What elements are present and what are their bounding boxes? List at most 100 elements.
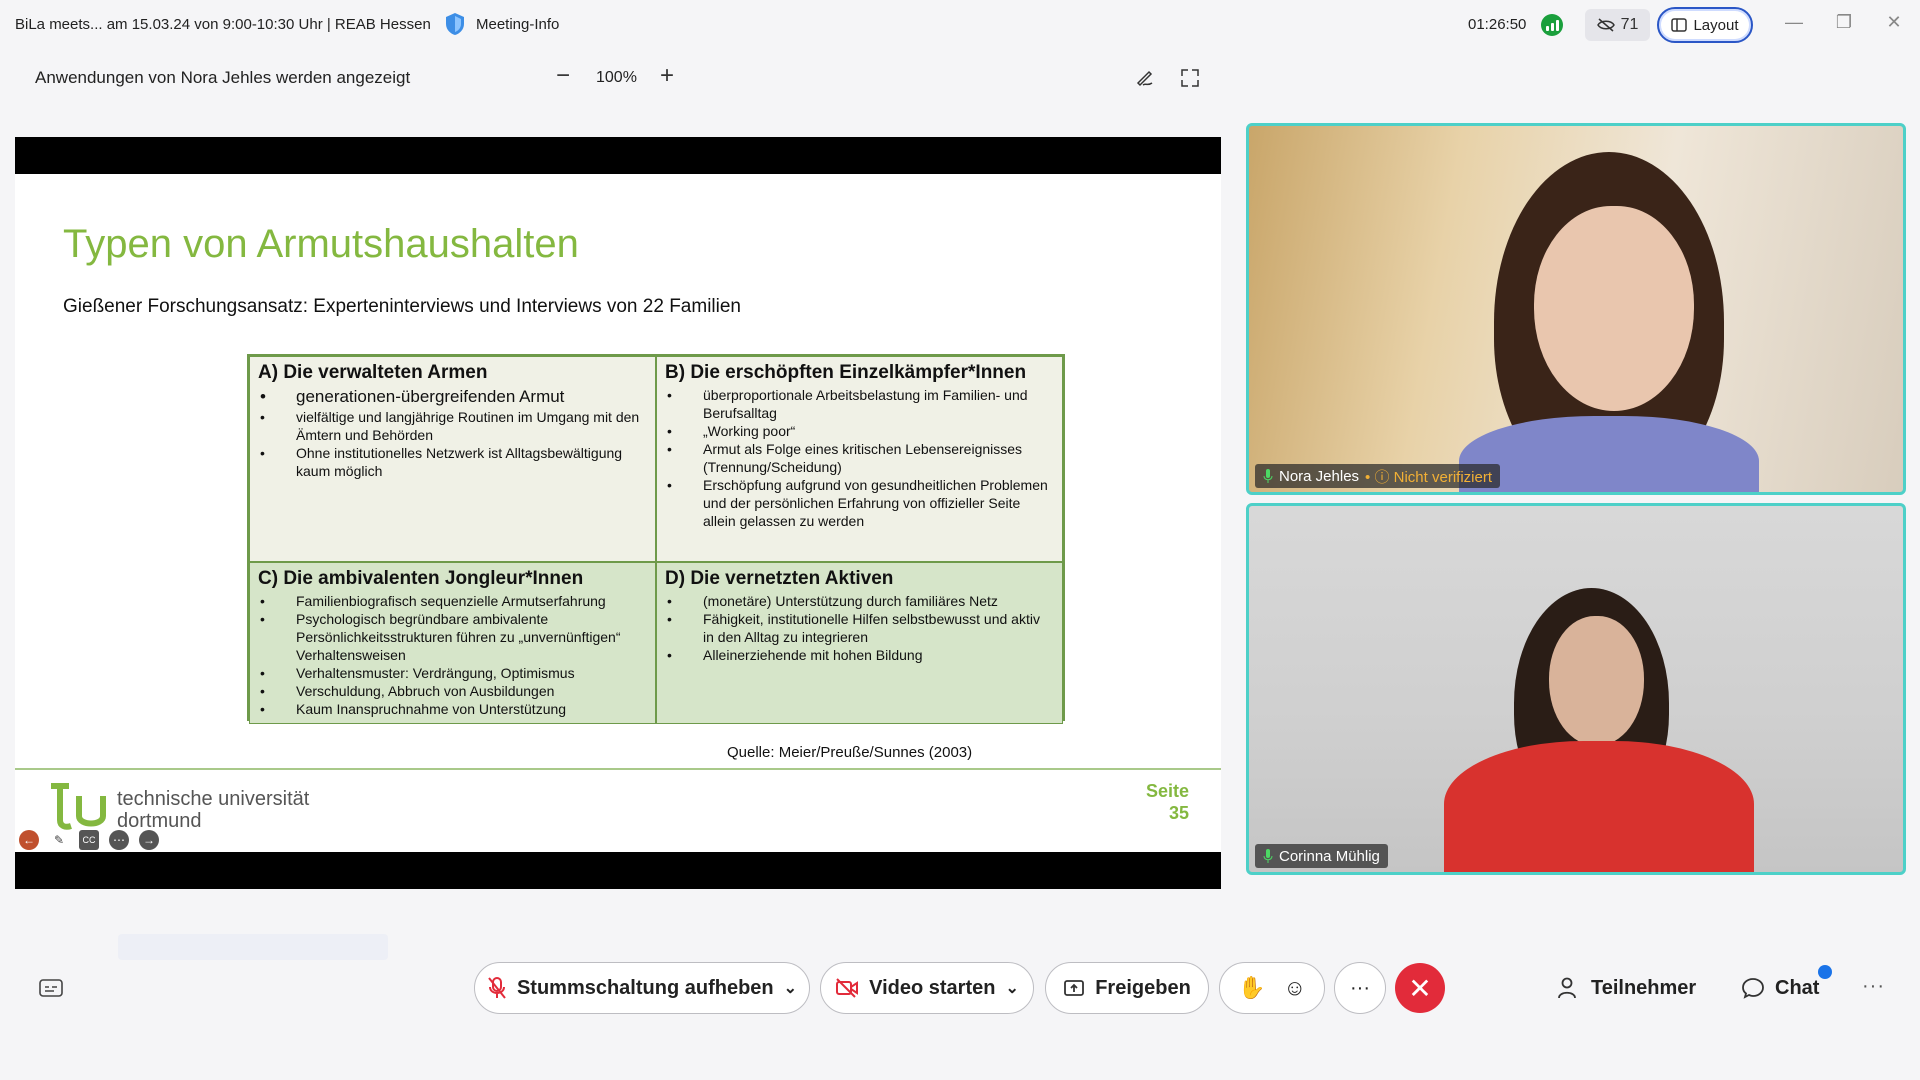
table-cell: D) Die vernetzten Aktiven (monetäre) Unt… [656,562,1063,724]
cell-heading: A) Die verwalteten Armen [258,362,488,383]
list-item: Psychologisch begründbare ambivalente Pe… [258,610,647,664]
person-icon [1558,977,1576,999]
chevron-down-icon[interactable]: ⌄ [784,978,797,998]
video-off-icon [836,978,859,998]
list-item: Familienbiografisch sequenzielle Armutse… [258,592,647,610]
restore-icon[interactable]: ❐ [1832,12,1856,33]
hidden-viewers-button[interactable]: 71 [1585,9,1650,41]
university-name: technische universität dortmund [117,788,310,832]
chat-label: Chat [1775,976,1820,999]
notification-placeholder [118,934,388,960]
zoom-level: 100% [596,69,637,86]
start-video-button[interactable]: Video starten ⌄ [820,962,1034,1014]
video-label: Video starten [869,976,996,999]
list-item: Erschöpfung aufgrund von gesundheitliche… [665,476,1054,530]
slide-divider [15,768,1221,770]
zoom-in-button[interactable]: + [660,62,674,90]
list-item: Ohne institutionelles Netzwerk ist Allta… [258,444,647,480]
pen-icon[interactable]: ✎ [49,830,69,850]
list-item: Verschuldung, Abbruch von Ausbildungen [258,682,647,700]
more-icon[interactable]: ··· [1862,975,1885,998]
list-item: überproportionale Arbeitsbelastung im Fa… [665,386,1054,422]
list-item: (monetäre) Unterstützung durch familiäre… [665,592,1054,610]
table-cell: B) Die erschöpften Einzelkämpfer*Innen ü… [656,356,1063,562]
verification-status: • ⓘ Nicht verifiziert [1365,468,1492,486]
viewer-count: 71 [1620,16,1639,33]
video-tile-nora[interactable]: Nora Jehles • ⓘ Nicht verifiziert [1246,123,1906,495]
participant-face [1534,206,1694,411]
next-slide-icon[interactable]: → [139,830,159,850]
slide-source: Quelle: Meier/Preuße/Sunnes (2003) [727,744,973,761]
zoom-out-button[interactable]: − [556,62,570,90]
leave-meeting-button[interactable]: ✕ [1395,963,1445,1013]
close-icon: ✕ [1408,972,1432,1004]
participant-name-tag: Nora Jehles • ⓘ Nicht verifiziert [1255,464,1500,488]
meeting-info-button[interactable]: Meeting-Info [444,12,559,36]
sharing-status-label: Anwendungen von Nora Jehles werden angez… [35,68,411,87]
share-screen-icon [1064,980,1085,996]
shield-icon [446,13,464,35]
slide-title: Typen von Armutshaushalten [63,222,579,266]
slide-subtitle: Gießener Forschungsansatz: Experteninter… [63,296,741,317]
layout-icon [1671,18,1688,32]
table-cell: A) Die verwalteten Armen generationen-üb… [249,356,656,562]
captions-icon[interactable]: CC [79,830,99,850]
annotate-icon[interactable] [1135,68,1155,88]
chat-button[interactable]: Chat [1741,976,1819,1000]
list-item: Armut als Folge eines kritischen Lebense… [665,440,1054,476]
participants-label: Teilnehmer [1591,976,1697,999]
close-icon[interactable]: ✕ [1882,12,1906,33]
cell-heading: B) Die erschöpften Einzelkämpfer*Innen [665,362,1027,383]
unmute-label: Stummschaltung aufheben [516,976,774,999]
slide-nav-tools: ← ✎ CC ⋯ → [19,830,159,850]
raise-hand-icon[interactable]: ✋ [1238,975,1265,1001]
cell-heading: D) Die vernetzten Aktiven [665,568,894,589]
list-item: generationen-übergreifenden Armut [258,386,647,408]
window-title: BiLa meets... am 15.03.24 von 9:00-10:30… [15,16,431,33]
unread-indicator [1818,965,1832,979]
list-item: Alleinerziehende mit hohen Bildung [665,646,1054,664]
list-item: „Working poor“ [665,422,1054,440]
reaction-icon[interactable]: ☺ [1283,975,1305,1001]
list-item: vielfältige und langjährige Routinen im … [258,408,647,444]
previous-slide-icon[interactable]: ← [19,830,39,850]
connection-signal-icon[interactable] [1541,14,1563,36]
share-label: Freigeben [1095,976,1191,999]
types-table: A) Die verwalteten Armen generationen-üb… [247,354,1065,724]
shared-screen: Typen von Armutshaushalten Gießener Fors… [15,137,1221,889]
reactions-group: ✋ ☺ [1219,962,1325,1014]
chat-icon [1742,978,1764,999]
participant-body [1459,416,1759,492]
fullscreen-icon[interactable] [1180,68,1200,88]
participant-name: Nora Jehles [1279,467,1360,485]
video-tile-corinna[interactable]: Corinna Mühlig [1246,503,1906,875]
meeting-timer: 01:26:50 [1468,16,1527,33]
share-button[interactable]: Freigeben [1045,962,1209,1014]
captions-panel-icon[interactable] [38,978,64,1000]
participant-name: Corinna Mühlig [1279,847,1380,865]
more-options-button[interactable]: ··· [1334,962,1386,1014]
list-item: Fähigkeit, institutionelle Hilfen selbst… [665,610,1054,646]
title-bar: BiLa meets... am 15.03.24 von 9:00-10:30… [0,0,1920,50]
layout-button[interactable]: Layout [1657,7,1753,43]
participant-body [1444,741,1754,872]
list-item: Kaum Inanspruchnahme von Unterstützung [258,700,647,718]
presentation-slide: Typen von Armutshaushalten Gießener Fors… [15,174,1221,852]
participant-name-tag: Corinna Mühlig [1255,844,1388,868]
share-toolbar: Anwendungen von Nora Jehles werden angez… [0,58,1220,98]
participants-button[interactable]: Teilnehmer [1557,976,1696,1000]
mic-muted-icon [488,977,506,999]
more-options-icon[interactable]: ⋯ [109,830,129,850]
list-item: Verhaltensmuster: Verdrängung, Optimismu… [258,664,647,682]
participant-face [1549,616,1644,746]
table-cell: C) Die ambivalenten Jongleur*Innen Famil… [249,562,656,724]
mic-icon [1263,849,1273,863]
meeting-info-label: Meeting-Info [476,15,560,33]
minimize-icon[interactable]: — [1782,12,1806,33]
chevron-down-icon[interactable]: ⌄ [1005,978,1018,998]
cell-heading: C) Die ambivalenten Jongleur*Innen [258,568,584,589]
unmute-button[interactable]: Stummschaltung aufheben ⌄ [474,962,810,1014]
slide-page-number: Seite 35 [1145,781,1189,823]
mic-icon [1263,469,1273,483]
layout-label: Layout [1693,16,1739,34]
